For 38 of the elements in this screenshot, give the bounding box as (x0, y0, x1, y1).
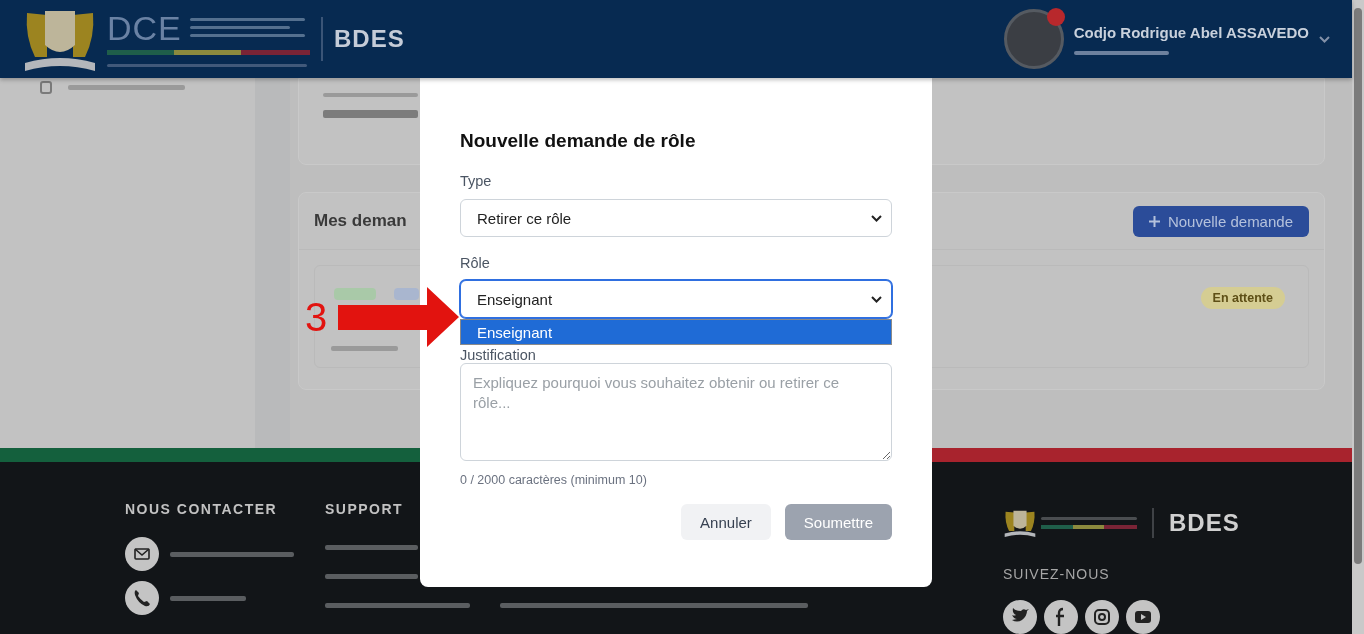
new-request-button[interactable]: Nouvelle demande (1132, 205, 1309, 237)
email-icon (125, 537, 159, 571)
select-field[interactable]: Retirer ce rôle (460, 199, 892, 237)
field-label: Rôle (460, 256, 491, 270)
footer-heading: SUPPORT (325, 502, 404, 516)
select-field[interactable]: Enseignant (460, 280, 892, 318)
chevron-down-icon (871, 295, 882, 303)
step-number: 3 (305, 296, 328, 338)
justification-field[interactable]: Expliquez pourquoi vous souhaitez obtenir ou retirer ce rôle... (460, 363, 892, 461)
f-mark-icon (1044, 600, 1078, 634)
dialog-title: Nouvelle demande de rôle (460, 131, 697, 151)
chevron-down-icon (1319, 35, 1330, 43)
notification-dot-icon (1046, 8, 1065, 26)
tag-chip (334, 288, 376, 300)
phone-icon (125, 581, 159, 615)
camera-icon (1085, 600, 1119, 634)
status-tag: En attente (1200, 287, 1285, 309)
tag-chip (394, 288, 419, 300)
field-label: Justification (460, 348, 537, 362)
square-icon (40, 81, 52, 94)
footer-heading: SUIVEZ-NOUS (1003, 567, 1110, 581)
scrollbar-thumb[interactable] (1354, 8, 1362, 564)
app-name: BDES (334, 25, 405, 53)
user-name[interactable]: Codjo Rodrigue Abel ASSAVEDO (1073, 23, 1309, 41)
footer-heading: NOUS CONTACTER (125, 502, 278, 516)
section-title: Mes deman (314, 211, 407, 231)
field-label: Type (460, 174, 493, 188)
plus-icon (1148, 215, 1160, 227)
cancel-button[interactable]: Annuler (681, 504, 771, 540)
logo-text: DCE (107, 11, 182, 44)
emblem-logo (1003, 508, 1037, 537)
bird-icon (1003, 600, 1037, 634)
chevron-down-icon (871, 214, 882, 222)
app-name: BDES (1169, 508, 1240, 537)
blurred-text (331, 346, 398, 351)
character-counter: 0 / 2000 caractères (minimum 10) (460, 473, 647, 487)
dropdown-option[interactable]: Enseignant (461, 320, 891, 344)
play-icon (1126, 600, 1160, 634)
